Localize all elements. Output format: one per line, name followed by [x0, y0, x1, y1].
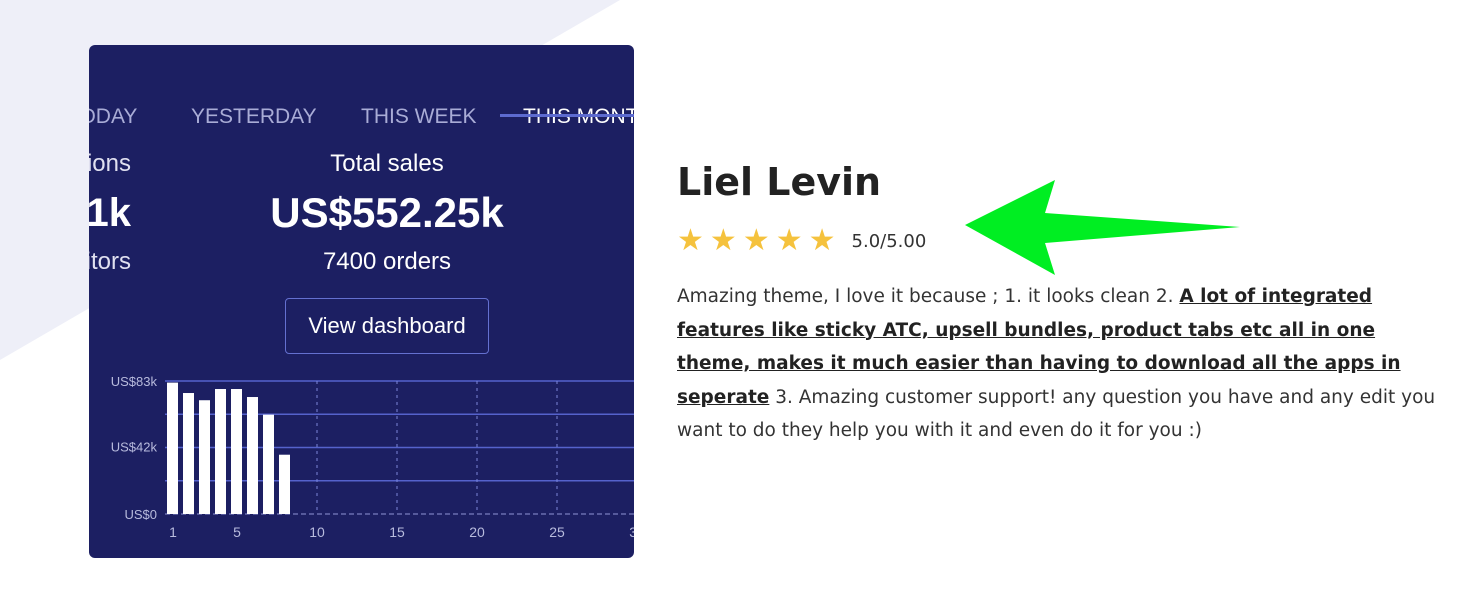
y-tick-label: US$42k [111, 440, 158, 455]
x-tick-label: 15 [389, 524, 405, 540]
x-tick-label: 1 [169, 524, 177, 540]
bar [215, 389, 226, 514]
x-tick-label: 10 [309, 524, 325, 540]
y-tick-label: US$83k [111, 374, 158, 389]
review-text: Amazing theme, I love it because ; 1. it… [677, 280, 1447, 448]
sales-bar-chart: US$0US$42kUS$83k151015202530 [111, 374, 634, 540]
y-tick-label: US$0 [124, 507, 157, 522]
bar [263, 414, 274, 514]
x-tick-label: 30 [629, 524, 634, 540]
review-text-end: 3. Amazing customer support! any questio… [677, 386, 1436, 442]
star-icon: ★ [808, 223, 836, 258]
star-rating: ★ ★ ★ ★ ★ 5.0/5.00 [677, 226, 926, 256]
bar [279, 454, 290, 514]
sales-dashboard-card: TODAY YESTERDAY THIS WEEK THIS MONTH Ses… [89, 45, 634, 558]
star-icon: ★ [742, 223, 770, 258]
bar [199, 400, 210, 514]
star-icon: ★ [709, 223, 737, 258]
reviewer-name: Liel Levin [677, 160, 882, 204]
x-tick-label: 25 [549, 524, 565, 540]
bar [183, 393, 194, 514]
bar [231, 389, 242, 514]
star-icon: ★ [775, 223, 803, 258]
review-text-start: Amazing theme, I love it because ; 1. it… [677, 286, 1180, 307]
bar [247, 397, 258, 514]
rating-text: 5.0/5.00 [851, 230, 927, 252]
x-tick-label: 20 [469, 524, 485, 540]
star-icon: ★ [677, 223, 704, 258]
x-tick-label: 5 [233, 524, 241, 540]
green-arrow-icon [965, 180, 1240, 275]
bar [167, 382, 178, 514]
